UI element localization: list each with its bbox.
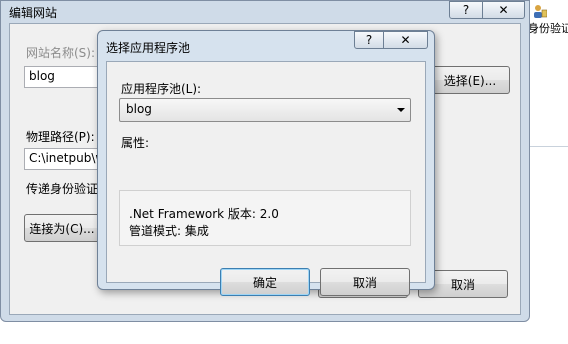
dialog-body: 应用程序池(L): blog 属性: .Net Framework 版本: 2.… xyxy=(106,61,426,296)
properties-box: .Net Framework 版本: 2.0 管道模式: 集成 xyxy=(119,190,411,246)
physical-path-label: 物理路径(P): xyxy=(26,130,95,144)
pass-through-auth-label: 传递身份验证 xyxy=(26,182,99,196)
connect-as-button[interactable]: 连接为(C)... xyxy=(24,214,100,242)
site-name-label: 网站名称(S): xyxy=(26,46,96,60)
pipeline-mode-text: 管道模式: 集成 xyxy=(129,224,209,238)
app-pool-selected-value: blog xyxy=(126,102,152,116)
background-right-panel xyxy=(530,0,568,344)
divider xyxy=(530,146,568,147)
close-button[interactable]: ✕ xyxy=(384,31,428,49)
help-button[interactable]: ? xyxy=(354,31,384,49)
dialog-title: 选择应用程序池 xyxy=(106,41,191,55)
help-button[interactable]: ? xyxy=(449,1,483,19)
caption-buttons: ? ✕ xyxy=(449,1,525,19)
auth-feature-label[interactable]: 身份验证 xyxy=(528,20,568,36)
properties-label: 属性: xyxy=(121,136,150,150)
user-icon xyxy=(534,5,547,18)
dialog-title: 编辑网站 xyxy=(9,6,58,20)
select-app-pool-dialog: 选择应用程序池 ? ✕ 应用程序池(L): blog 属性: .Net Fram… xyxy=(97,30,435,296)
ok-button[interactable]: 确定 xyxy=(220,268,310,296)
caption-buttons: ? ✕ xyxy=(354,31,428,49)
select-app-pool-button[interactable]: 选择(E)... xyxy=(430,66,510,94)
cancel-button[interactable]: 取消 xyxy=(320,268,410,296)
framework-version-text: .Net Framework 版本: 2.0 xyxy=(129,207,279,221)
chevron-down-icon xyxy=(397,108,405,112)
app-pool-select[interactable]: blog xyxy=(119,98,411,122)
close-button[interactable]: ✕ xyxy=(483,1,525,19)
app-pool-label: 应用程序池(L): xyxy=(121,82,202,96)
physical-path-input[interactable]: C:\inetpub\w xyxy=(24,148,108,170)
